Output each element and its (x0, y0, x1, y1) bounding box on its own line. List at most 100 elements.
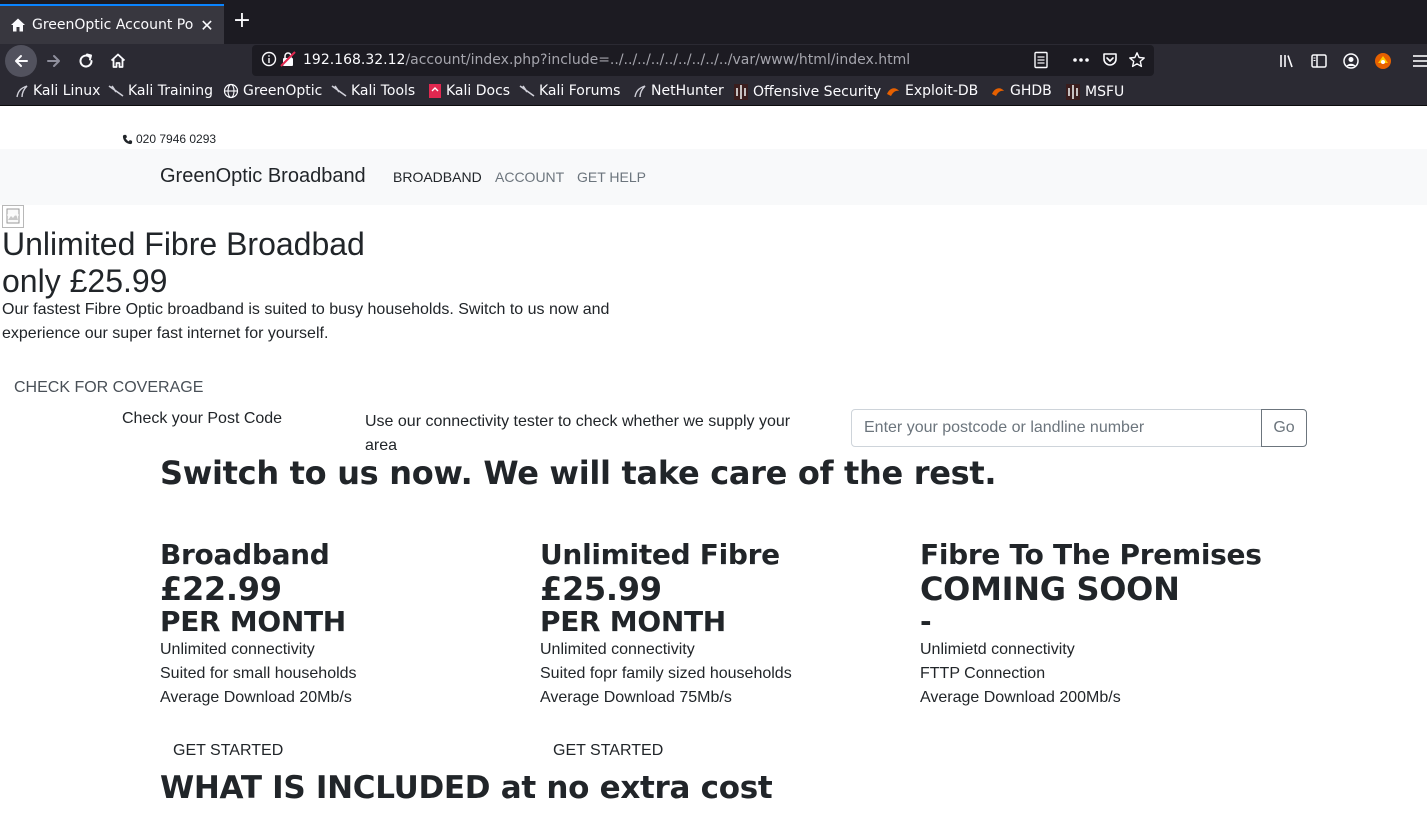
sidebar-icon[interactable] (1310, 52, 1328, 70)
bookmark-label: Kali Tools (351, 83, 416, 99)
library-icon[interactable] (1278, 52, 1296, 70)
plan-card-broadband: Broadband £22.99 PER MONTH Unlimited con… (160, 538, 520, 710)
back-button[interactable] (5, 45, 37, 77)
exploitdb-icon (887, 88, 899, 96)
plan-price: COMING SOON (920, 570, 1180, 608)
bookmark-exploit-db[interactable]: Exploit-DB (885, 83, 978, 99)
site-navbar: GreenOptic Broadband BROADBAND ACCOUNT G… (0, 149, 1427, 205)
included-heading: WHAT IS INCLUDED at no extra cost (160, 770, 773, 806)
hero-description: Our fastest Fibre Optic broadband is sui… (2, 301, 610, 342)
bookmark-msfu[interactable]: MSFU (1065, 83, 1124, 101)
bookmark-offensive-security[interactable]: Offensive Security (733, 83, 881, 101)
bookmark-label: GHDB (1010, 83, 1052, 99)
kali-dragon-icon (634, 85, 646, 98)
plan-feature: Average Download 200Mb/s (920, 689, 1121, 706)
phone-icon (122, 134, 133, 144)
plan-price: £25.99 (540, 570, 662, 608)
bookmark-label: MSFU (1085, 84, 1125, 100)
check-coverage-link[interactable]: CHECK FOR COVERAGE (14, 379, 203, 397)
home-favicon-icon (11, 18, 25, 32)
nav-account[interactable]: ACCOUNT (495, 169, 564, 185)
reader-view-icon[interactable] (1033, 51, 1049, 69)
plan-card-fttp: Fibre To The Premises COMING SOON - Unli… (920, 538, 1280, 710)
plan-feature: Suited for small households (160, 665, 357, 682)
globe-icon (223, 83, 239, 99)
account-icon[interactable] (1342, 52, 1360, 70)
postcode-check-description: Use our connectivity tester to check whe… (365, 413, 791, 454)
insecure-lock-icon[interactable] (280, 51, 296, 67)
plan-feature: Unlimietd connectivity (920, 641, 1075, 658)
bookmarks-toolbar: Kali Linux Kali Training GreenOptic Kali… (0, 78, 1427, 106)
bookmark-ghdb[interactable]: GHDB (990, 83, 1052, 99)
tab-close-icon[interactable]: ✕ (198, 16, 216, 35)
home-icon (110, 53, 126, 68)
url-path: /account/index.php?include=../../../../.… (405, 52, 911, 68)
exploitdb-icon (992, 88, 1004, 96)
bookmark-nethunter[interactable]: NetHunter (633, 83, 724, 99)
bookmark-kali-training[interactable]: Kali Training (108, 83, 213, 99)
bookmark-label: Kali Training (128, 83, 213, 99)
url-bar[interactable]: 192.168.32.12/account/index.php?include=… (252, 45, 1154, 76)
bookmark-star-icon[interactable] (1128, 51, 1146, 69)
postcode-input[interactable] (851, 409, 1262, 447)
nav-broadband[interactable]: BROADBAND (393, 169, 482, 185)
bookmark-kali-tools[interactable]: Kali Tools (331, 83, 415, 99)
plan-card-unlimited-fibre: Unlimited Fibre £25.99 PER MONTH Unlimit… (540, 538, 900, 710)
plan-feature: FTTP Connection (920, 665, 1046, 682)
kali-docs-icon (429, 84, 441, 98)
plan-period: PER MONTH (160, 605, 346, 638)
tab-bar: GreenOptic Account Port ✕ + (0, 0, 1427, 44)
plan-feature: Unlimited connectivity (540, 641, 695, 658)
bookmark-label: Kali Linux (33, 83, 101, 99)
offsec-icon (1066, 84, 1080, 100)
nav-get-help[interactable]: GET HELP (577, 169, 646, 185)
get-started-broadband-button[interactable]: GET STARTED (173, 742, 283, 760)
plan-name: Broadband (160, 538, 330, 571)
kali-dragon-icon (331, 85, 347, 97)
navigation-toolbar: 192.168.32.12/account/index.php?include=… (0, 44, 1427, 78)
postcode-check-title: Check your Post Code (122, 410, 283, 427)
menu-icon[interactable] (1412, 53, 1427, 69)
get-started-unlimited-fibre-button[interactable]: GET STARTED (553, 742, 663, 760)
reload-button[interactable] (70, 45, 102, 77)
bookmark-label: Kali Docs (446, 83, 511, 99)
home-button[interactable] (102, 45, 134, 77)
plan-feature: Average Download 20Mb/s (160, 689, 352, 706)
go-button[interactable]: Go (1261, 409, 1307, 447)
bookmark-label: GreenOptic (243, 83, 323, 99)
plan-feature: Unlimited connectivity (160, 641, 315, 658)
bookmark-label: NetHunter (651, 83, 724, 99)
reload-icon (79, 53, 93, 68)
plan-price: £22.99 (160, 570, 282, 608)
url-host: 192.168.32.12 (303, 52, 406, 68)
forward-arrow-icon (47, 55, 60, 67)
page-actions-icon[interactable] (1072, 57, 1090, 63)
offsec-icon (734, 84, 748, 100)
new-tab-icon[interactable]: + (230, 10, 254, 34)
bookmark-label: Exploit-DB (905, 83, 979, 99)
active-tab[interactable]: GreenOptic Account Port ✕ (0, 4, 224, 44)
plan-feature: Suited fopr family sized households (540, 665, 792, 682)
extension-icon[interactable] (1373, 51, 1393, 71)
bookmark-label: Offensive Security (753, 84, 882, 100)
switch-heading: Switch to us now. We will take care of t… (160, 454, 997, 492)
bookmark-kali-docs[interactable]: Kali Docs (428, 83, 510, 99)
plan-period: - (920, 605, 932, 638)
plan-name: Fibre To The Premises (920, 538, 1262, 571)
kali-dragon-icon (519, 85, 535, 97)
bookmark-kali-forums[interactable]: Kali Forums (519, 83, 620, 99)
tab-title: GreenOptic Account Port (32, 17, 194, 33)
bookmark-label: Kali Forums (539, 83, 621, 99)
info-icon[interactable] (261, 51, 277, 67)
plan-period: PER MONTH (540, 605, 726, 638)
hero-price: only £25.99 (2, 263, 168, 299)
phone-number: 020 7946 0293 (136, 132, 217, 146)
pocket-icon[interactable] (1101, 51, 1119, 69)
bookmark-kali-linux[interactable]: Kali Linux (15, 83, 100, 99)
bookmark-greenoptic[interactable]: GreenOptic (223, 83, 322, 99)
forward-button[interactable] (38, 45, 70, 77)
site-brand[interactable]: GreenOptic Broadband (160, 165, 366, 188)
plan-feature: Average Download 75Mb/s (540, 689, 732, 706)
plan-name: Unlimited Fibre (540, 538, 780, 571)
kali-dragon-icon (108, 85, 124, 97)
